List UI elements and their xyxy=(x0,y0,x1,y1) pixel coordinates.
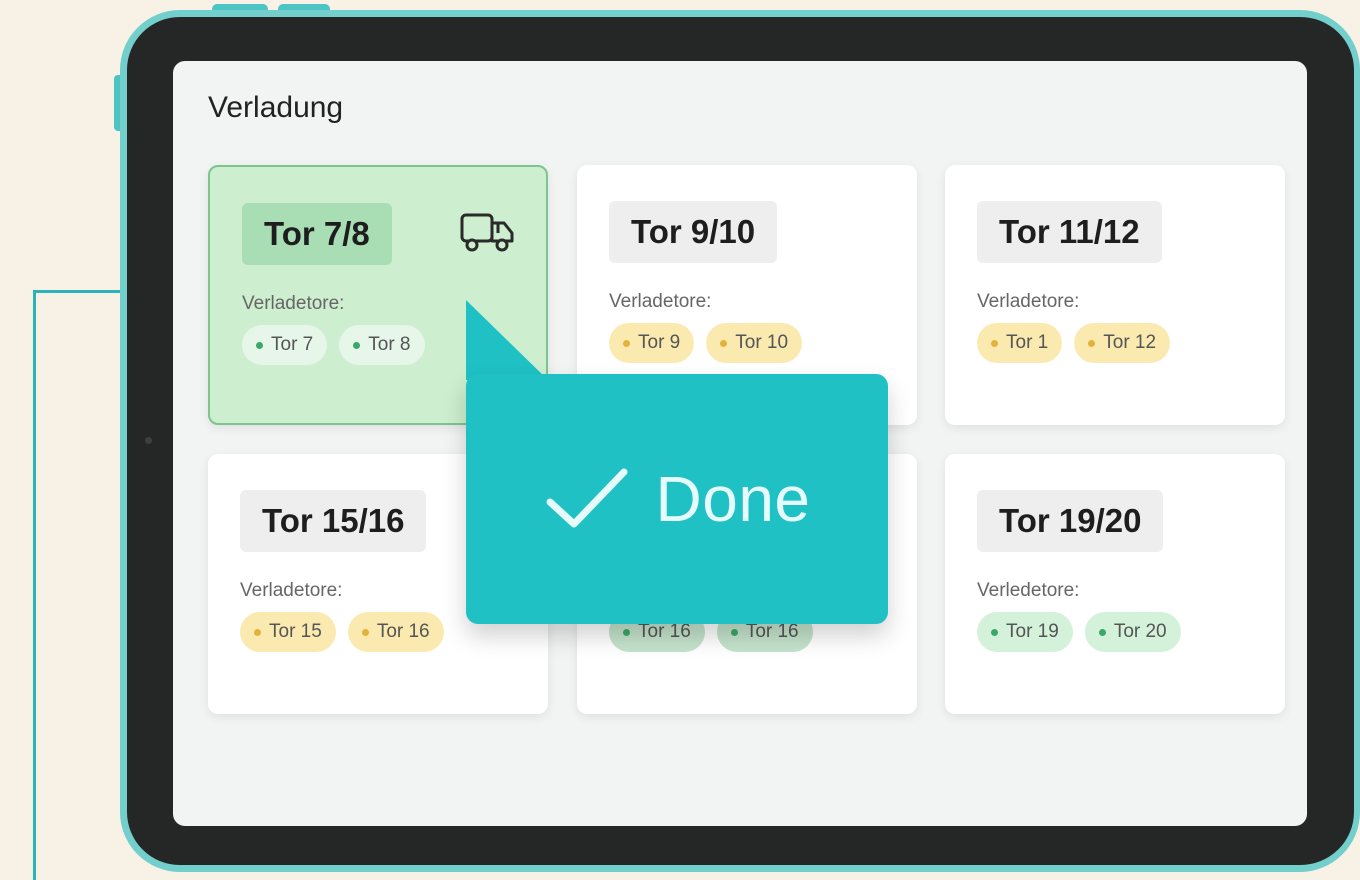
status-dot xyxy=(254,628,261,636)
chip-label: Tor 7 xyxy=(271,334,314,355)
done-popover[interactable]: Done xyxy=(466,374,888,624)
status-dot xyxy=(1088,339,1096,347)
chip-label: Tor 10 xyxy=(735,332,789,353)
chip-label: Tor 16 xyxy=(638,621,691,642)
chip-label: Tor 8 xyxy=(368,334,411,355)
dock-card-tor-11-12[interactable]: Tor 11/12 Verladetore: Tor 1 Tor 12 xyxy=(945,165,1285,425)
card-title: Tor 15/16 xyxy=(240,490,427,552)
chip-label: Tor 16 xyxy=(376,621,430,642)
chip-list: Tor 9 Tor 10 xyxy=(609,323,803,363)
status-dot xyxy=(256,341,263,349)
gate-chip[interactable]: Tor 1 xyxy=(977,323,1063,363)
card-label: Verladetore: xyxy=(240,580,343,601)
chip-list: Tor 19 Tor 20 xyxy=(977,612,1181,652)
chip-label: Tor 1 xyxy=(1006,332,1049,353)
chip-label: Tor 19 xyxy=(1006,621,1059,642)
status-dot xyxy=(730,628,738,636)
card-title: Tor 11/12 xyxy=(977,201,1162,263)
gate-chip[interactable]: Tor 19 xyxy=(977,612,1073,652)
card-label: Verledetore: xyxy=(977,580,1080,601)
card-title: Tor 9/10 xyxy=(609,201,778,263)
chip-list: Tor 1 Tor 12 xyxy=(977,323,1171,363)
chip-list: Tor 7 Tor 8 xyxy=(242,325,425,365)
tablet-camera xyxy=(145,437,152,444)
chip-label: Tor 12 xyxy=(1103,332,1157,353)
card-label: Verladetore: xyxy=(977,291,1080,312)
chip-label: Tor 9 xyxy=(638,332,681,353)
chip-label: Tor 20 xyxy=(1113,621,1167,642)
truck-icon xyxy=(460,213,514,252)
card-label: Verladetore: xyxy=(242,293,345,314)
gate-chip[interactable]: Tor 12 xyxy=(1074,323,1171,363)
page-title: Verladung xyxy=(208,91,344,124)
dock-card-tor-19-20[interactable]: Tor 19/20 Verledetore: Tor 19 Tor 20 xyxy=(945,454,1285,714)
status-dot xyxy=(991,339,998,347)
status-dot xyxy=(991,628,998,636)
card-title: Tor 7/8 xyxy=(242,203,392,265)
gate-chip[interactable]: Tor 10 xyxy=(706,323,803,363)
chip-label: Tor 15 xyxy=(269,621,322,642)
status-dot xyxy=(623,339,630,347)
gate-chip[interactable]: Tor 20 xyxy=(1084,612,1181,652)
status-dot xyxy=(720,339,728,347)
done-label: Done xyxy=(655,463,811,535)
gate-chip[interactable]: Tor 15 xyxy=(240,612,336,652)
gate-chip[interactable]: Tor 16 xyxy=(347,612,444,652)
status-dot xyxy=(361,628,369,636)
gate-chip[interactable]: Tor 8 xyxy=(339,325,425,365)
gate-chip[interactable]: Tor 7 xyxy=(242,325,328,365)
gate-chip[interactable]: Tor 9 xyxy=(609,323,695,363)
chip-label: Tor 16 xyxy=(745,621,799,642)
card-title: Tor 19/20 xyxy=(977,490,1164,552)
chip-list: Tor 15 Tor 16 xyxy=(240,612,444,652)
status-dot xyxy=(623,628,630,636)
status-dot xyxy=(353,341,361,349)
checkmark-icon xyxy=(546,468,627,528)
connector-line-vertical xyxy=(33,290,36,880)
card-label: Verladetore: xyxy=(609,291,712,312)
status-dot xyxy=(1098,628,1106,636)
